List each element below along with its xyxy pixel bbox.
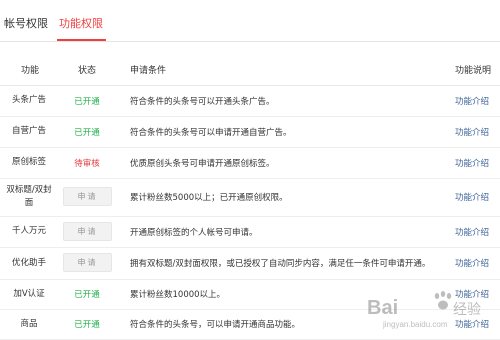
feature-intro-link[interactable]: 功能介绍 — [455, 257, 489, 269]
status-enabled: 已开通 — [74, 127, 100, 138]
table-header: 功能 状态 申请条件 功能说明 — [0, 52, 500, 86]
baidu-jingyan-watermark: Bai 经验 jingyan.baidu.com — [367, 291, 481, 329]
table-row: 自营广告 已开通 符合条件的头条号可以申请开通自营广告。 功能介绍 — [0, 116, 500, 148]
feature-intro-link[interactable]: 功能介绍 — [455, 126, 489, 138]
table-row: 优化助手 申请 拥有双标题/双封面权限，或已授权了自动同步内容，满足任一条件可申请开… — [0, 247, 500, 280]
header-note: 功能说明 — [455, 66, 492, 76]
status-enabled: 已开通 — [74, 320, 100, 330]
apply-button[interactable]: 申请 — [63, 221, 112, 241]
status-pending-review: 待审核 — [74, 158, 100, 169]
feature-name: 千人万元 — [11, 226, 46, 236]
tab-bar: 帐号权限 功能权限 — [0, 0, 500, 42]
apply-condition: 符合条件的头条号可以申请开通自营广告。 — [130, 127, 292, 138]
apply-button[interactable]: 申请 — [63, 253, 112, 272]
status-enabled: 已开通 — [74, 290, 100, 300]
svg-text:Bai: Bai — [367, 297, 398, 319]
status-enabled: 已开通 — [74, 96, 100, 107]
header-func: 功能 — [21, 66, 40, 76]
table-row: 原创标签 待审核 优质原创头条号可申请开通原创标签。 功能介绍 — [0, 147, 500, 179]
feature-intro-link[interactable]: 功能介绍 — [455, 226, 489, 238]
feature-intro-link[interactable]: 功能介绍 — [455, 95, 489, 107]
tab-account-permissions[interactable]: 帐号权限 — [4, 17, 48, 31]
feature-name: 头条广告 — [11, 95, 46, 105]
header-status: 状态 — [78, 66, 97, 76]
apply-condition: 累计粉丝数5000以上；已开通原创权限。 — [130, 193, 288, 203]
feature-name: 原创标签 — [11, 157, 46, 167]
apply-condition: 优质原创头条号可申请开通原创标签。 — [130, 158, 275, 169]
apply-button[interactable]: 申请 — [63, 187, 112, 206]
feature-name: 优化助手 — [11, 257, 46, 268]
svg-text:经验: 经验 — [453, 302, 481, 318]
table-row: 千人万元 申请 开通原创标签的个人帐号可申请。 功能介绍 — [0, 216, 500, 248]
feature-intro-link[interactable]: 功能介绍 — [455, 157, 489, 169]
table-row: 头条广告 已开通 符合条件的头条号可以开通头条广告。 功能介绍 — [0, 85, 500, 117]
feature-intro-link[interactable]: 功能介绍 — [455, 191, 489, 203]
header-condition: 申请条件 — [130, 66, 167, 76]
table-row: 双标题/双封面 申请 累计粉丝数5000以上；已开通原创权限。 功能介绍 — [0, 178, 500, 217]
feature-name: 自营广告 — [11, 126, 46, 136]
tab-feature-permissions[interactable]: 功能权限 — [59, 17, 103, 31]
apply-condition: 开通原创标签的个人帐号可申请。 — [130, 227, 258, 238]
feature-name: 商品 — [20, 318, 38, 329]
active-tab-indicator — [57, 39, 106, 41]
apply-condition: 符合条件的头条号可以开通头条广告。 — [130, 96, 275, 107]
feature-name: 双标题/双封面 — [6, 185, 52, 208]
feature-name: 加V认证 — [13, 288, 45, 299]
svg-text:jingyan.baidu.com: jingyan.baidu.com — [382, 320, 448, 329]
apply-condition: 拥有双标题/双封面权限，或已授权了自动同步内容，满足任一条件可申请开通。 — [130, 259, 431, 269]
